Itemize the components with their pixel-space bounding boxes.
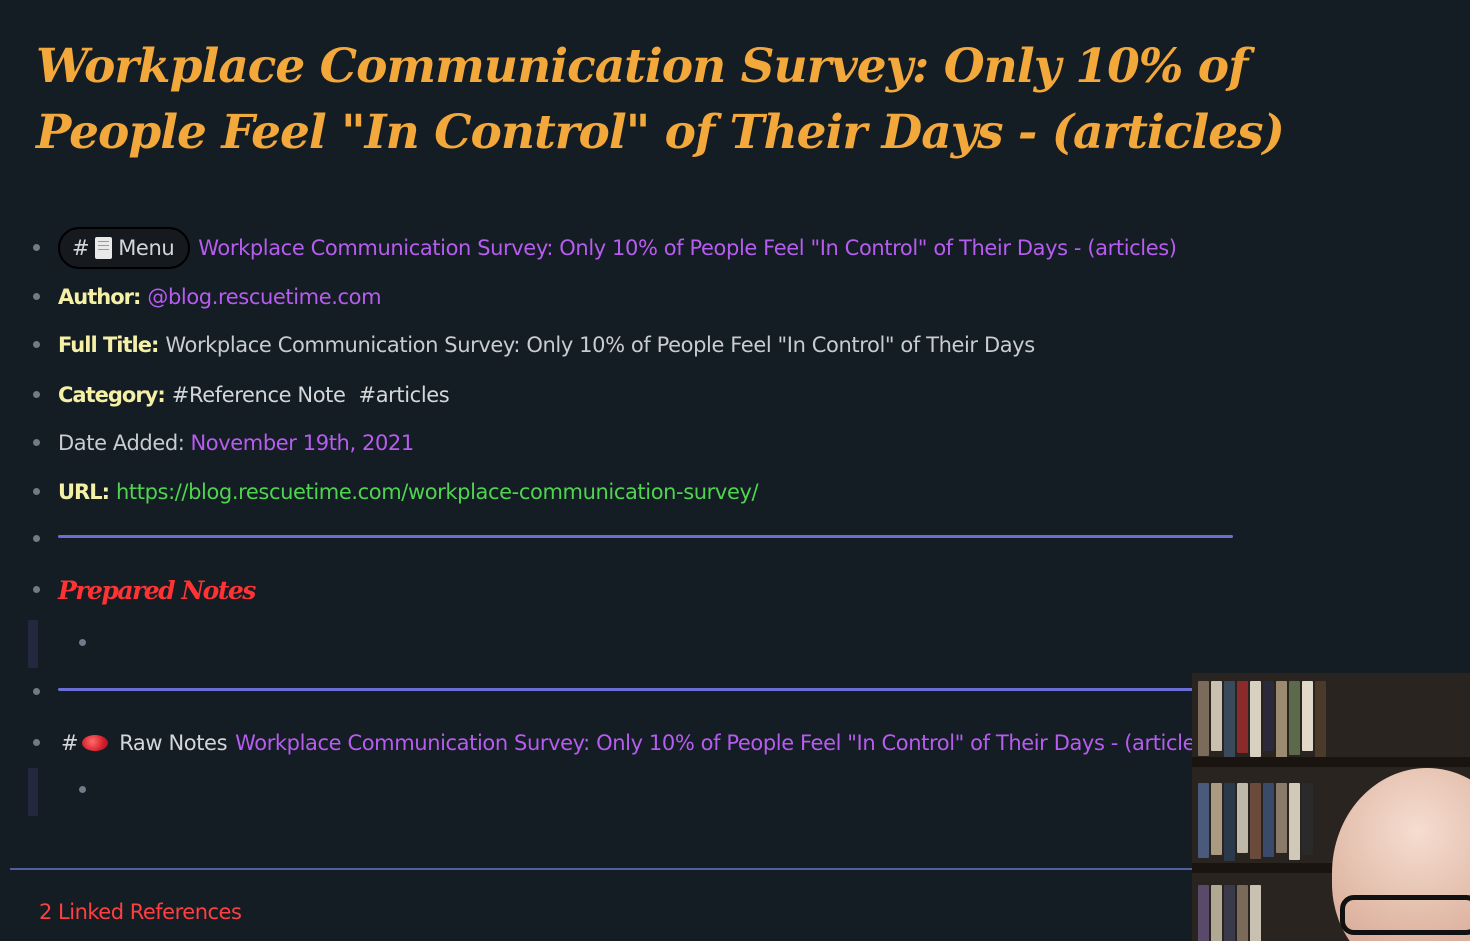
category-label: Category: [58, 383, 166, 407]
full-title-label: Full Title: [58, 333, 159, 357]
horizontal-rule [58, 688, 1198, 691]
menu-tag-button[interactable]: # Menu [58, 227, 191, 269]
glasses [1340, 895, 1470, 935]
full-title-value[interactable]: Workplace Communication Survey: Only 10%… [165, 333, 1035, 357]
block-author: Author: @blog.rescuetime.com [0, 282, 1240, 312]
block-bullet[interactable] [33, 688, 40, 695]
webcam-overlay [1192, 673, 1470, 941]
block-raw-notes: # Raw Notes Workplace Communication Surv… [0, 728, 1240, 758]
roam-page: Workplace Communication Survey: Only 10%… [0, 0, 1470, 941]
block-category: Category: #Reference Note #articles [0, 380, 1240, 410]
block-bullet[interactable] [33, 341, 40, 348]
block-bullet[interactable] [33, 586, 40, 593]
horizontal-rule [58, 535, 1233, 538]
block-bullet[interactable] [33, 739, 40, 746]
tag-articles[interactable]: #articles [359, 383, 450, 407]
block-full-title: Full Title: Workplace Communication Surv… [0, 330, 1240, 360]
author-label: Author: [58, 285, 141, 309]
url-link[interactable]: https://blog.rescuetime.com/workplace-co… [116, 480, 759, 504]
prepared-notes-heading[interactable]: Prepared Notes [58, 576, 256, 605]
bookshelf [1198, 681, 1326, 759]
block-bullet[interactable] [33, 535, 40, 542]
date-added-label: Date Added: [58, 431, 185, 455]
raw-notes-tag[interactable]: Raw Notes [119, 731, 227, 755]
bookshelf [1198, 885, 1261, 941]
child-indent-line [28, 620, 38, 668]
block-bullet[interactable] [33, 244, 40, 251]
block-menu: # Menu Workplace Communication Survey: O… [0, 226, 1240, 270]
document-icon [95, 237, 113, 259]
references-divider [10, 868, 1192, 870]
tag-reference-note[interactable]: #Reference Note [172, 383, 346, 407]
child-indent-line [28, 768, 38, 816]
block-url: URL: https://blog.rescuetime.com/workpla… [0, 477, 1240, 507]
block-bullet[interactable] [33, 293, 40, 300]
child-block-bullet[interactable] [79, 786, 86, 793]
hash-symbol: # [61, 731, 79, 755]
menu-label: Menu [118, 236, 175, 260]
block-date-added: Date Added: November 19th, 2021 [0, 428, 1240, 458]
page-reference-link[interactable]: Workplace Communication Survey: Only 10%… [198, 236, 1177, 260]
hash-symbol: # [72, 236, 90, 260]
bookshelf [1198, 783, 1313, 861]
block-bullet[interactable] [33, 488, 40, 495]
page-title[interactable]: Workplace Communication Survey: Only 10%… [36, 34, 1286, 166]
linked-references-toggle[interactable]: 2 Linked References [39, 900, 242, 924]
meat-icon [82, 735, 109, 751]
block-bullet[interactable] [33, 391, 40, 398]
block-bullet[interactable] [33, 439, 40, 446]
child-block-bullet[interactable] [79, 639, 86, 646]
page-reference-link[interactable]: Workplace Communication Survey: Only 10%… [235, 731, 1214, 755]
author-link[interactable]: @blog.rescuetime.com [147, 285, 381, 309]
url-label: URL: [58, 480, 110, 504]
date-link[interactable]: November 19th, 2021 [190, 431, 414, 455]
